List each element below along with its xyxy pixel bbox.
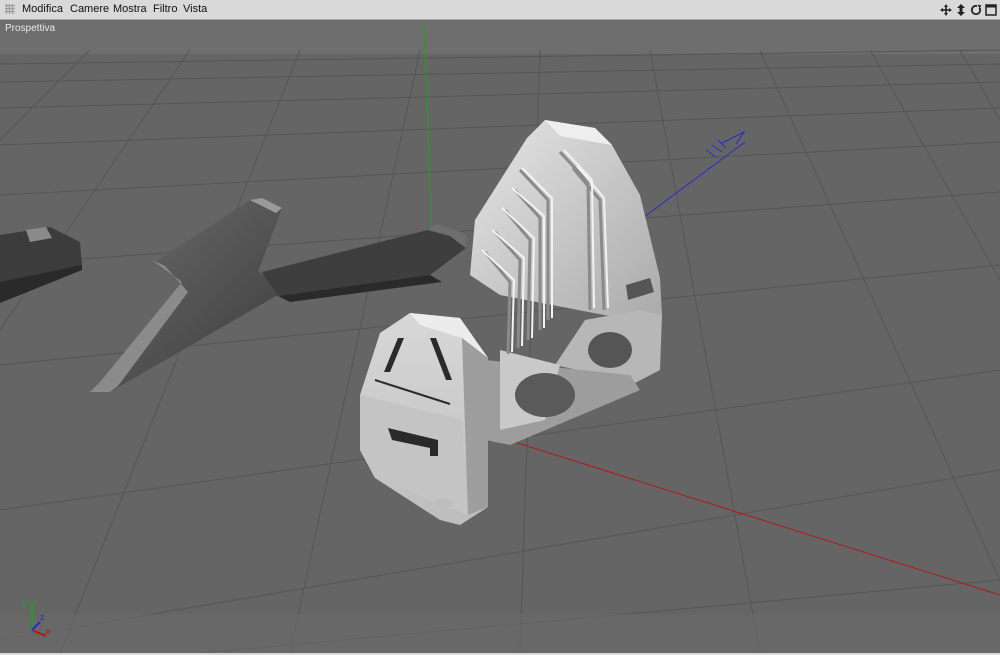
c4d-viewport-window: Modifica Camere Mostra Filtro Vista Pros… (0, 0, 1000, 655)
menu-vista[interactable]: Vista (183, 3, 207, 15)
viewport-menubar: Modifica Camere Mostra Filtro Vista (0, 0, 1000, 20)
move-icon[interactable] (940, 3, 952, 17)
perspective-viewport[interactable]: Prospettiva y z x (0, 20, 1000, 653)
axis-y-label: y (22, 598, 27, 608)
viewport-camera-label[interactable]: Prospettiva (5, 23, 55, 34)
menu-mostra[interactable]: Mostra (113, 3, 147, 15)
drag-grip-icon[interactable] (5, 4, 15, 14)
viewport-nav-icons (940, 3, 997, 17)
menu-filtro[interactable]: Filtro (153, 3, 177, 15)
axis-z-label: z (40, 612, 45, 622)
viewport-bottom-bar (0, 614, 1000, 653)
scene-canvas[interactable] (0, 20, 1000, 653)
axis-x-label: x (46, 626, 51, 636)
menu-camere[interactable]: Camere (70, 3, 109, 15)
maximize-icon[interactable] (985, 3, 997, 17)
axis-gizmo: y z x (22, 598, 62, 638)
zoom-icon[interactable] (955, 3, 967, 17)
viewport-top-band (0, 20, 1000, 54)
rotate-icon[interactable] (970, 3, 982, 17)
menu-modifica[interactable]: Modifica (22, 3, 63, 15)
